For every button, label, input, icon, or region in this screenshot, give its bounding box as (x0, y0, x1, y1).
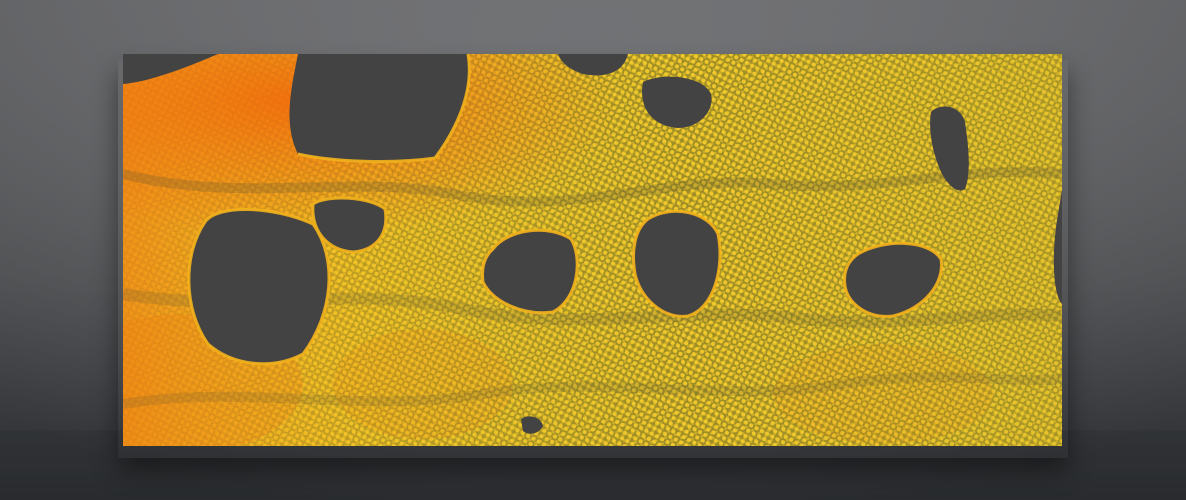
scene (0, 0, 1186, 500)
dotted-artwork-panel (123, 54, 1062, 446)
dotted-pattern (123, 54, 1062, 446)
